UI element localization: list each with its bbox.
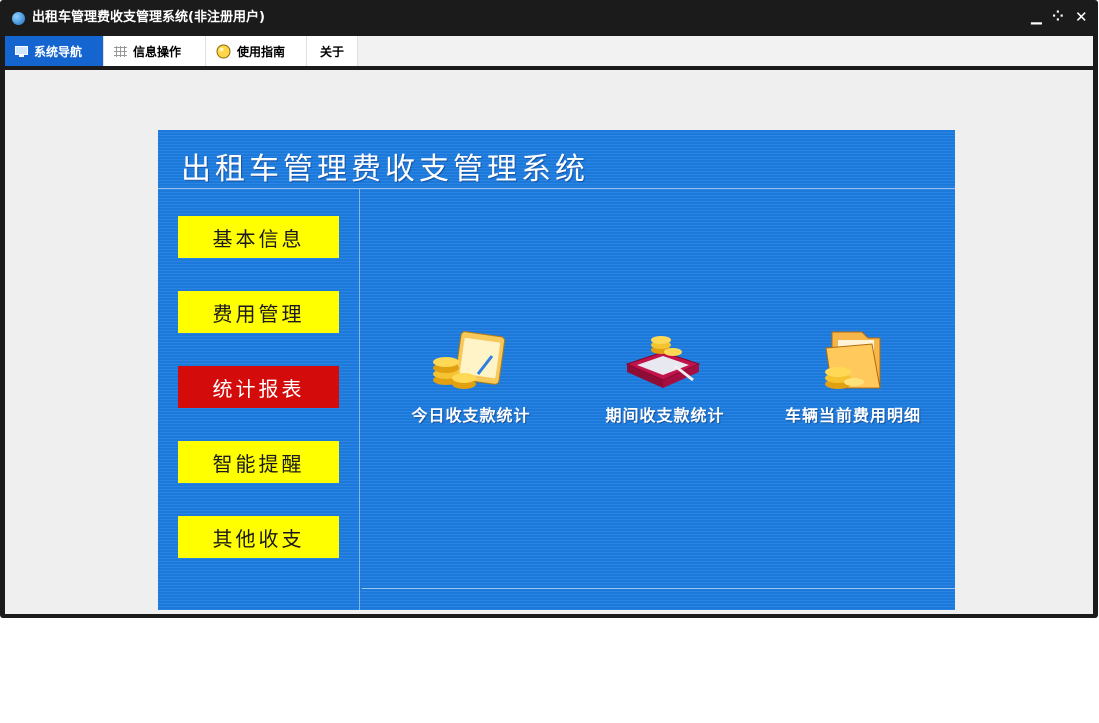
- tab-label: 信息操作: [133, 44, 182, 59]
- app-logo-icon: [12, 12, 25, 25]
- tab-user-guide[interactable]: 使用指南: [206, 36, 307, 66]
- bottom-divider: [362, 588, 955, 589]
- tab-label: 使用指南: [237, 44, 286, 59]
- menu-bar: 系统导航 信息操作 使用指南 关于: [5, 36, 1093, 66]
- title-bar[interactable]: 出租车管理费收支管理系统(非注册用户) ▁ ⁘ ✕: [0, 0, 1098, 36]
- book-coins-icon: [625, 336, 701, 388]
- nav-button-basic-info[interactable]: 基本信息: [178, 216, 339, 258]
- folder-coins-icon: [825, 331, 881, 389]
- feature-label: 期间收支款统计: [605, 406, 725, 425]
- tab-system-navigation[interactable]: 系统导航: [5, 36, 104, 66]
- restore-icon[interactable]: ⁘: [1052, 8, 1064, 26]
- close-icon[interactable]: ✕: [1075, 8, 1088, 26]
- minimize-icon[interactable]: ▁: [1031, 8, 1042, 26]
- nav-divider: [359, 189, 360, 610]
- monitor-icon: [15, 45, 28, 57]
- vehicle-fee-detail-item[interactable]: 车辆当前费用明细: [758, 328, 948, 428]
- period-income-expense-item[interactable]: 期间收支款统计: [570, 328, 760, 428]
- nav-button-other-income-expense[interactable]: 其他收支: [178, 516, 339, 558]
- tab-info-operation[interactable]: 信息操作: [104, 36, 206, 66]
- nav-button-statistics-report[interactable]: 统计报表: [178, 366, 339, 408]
- tab-label: 关于: [320, 44, 345, 59]
- nav-button-smart-reminder[interactable]: 智能提醒: [178, 441, 339, 483]
- nav-button-fee-management[interactable]: 费用管理: [178, 291, 339, 333]
- tab-label: 系统导航: [34, 44, 83, 59]
- feature-label: 车辆当前费用明细: [784, 406, 921, 425]
- feature-label: 今日收支款统计: [411, 406, 531, 425]
- bulb-icon: [216, 44, 231, 59]
- grid-icon: [114, 45, 127, 57]
- tab-about[interactable]: 关于: [307, 36, 358, 66]
- title-divider: [158, 188, 955, 189]
- today-income-expense-item[interactable]: 今日收支款统计: [376, 328, 566, 428]
- window-title: 出租车管理费收支管理系统(非注册用户): [32, 10, 265, 25]
- coins-card-icon: [433, 331, 506, 389]
- panel-title: 出租车管理费收支管理系统: [181, 152, 589, 187]
